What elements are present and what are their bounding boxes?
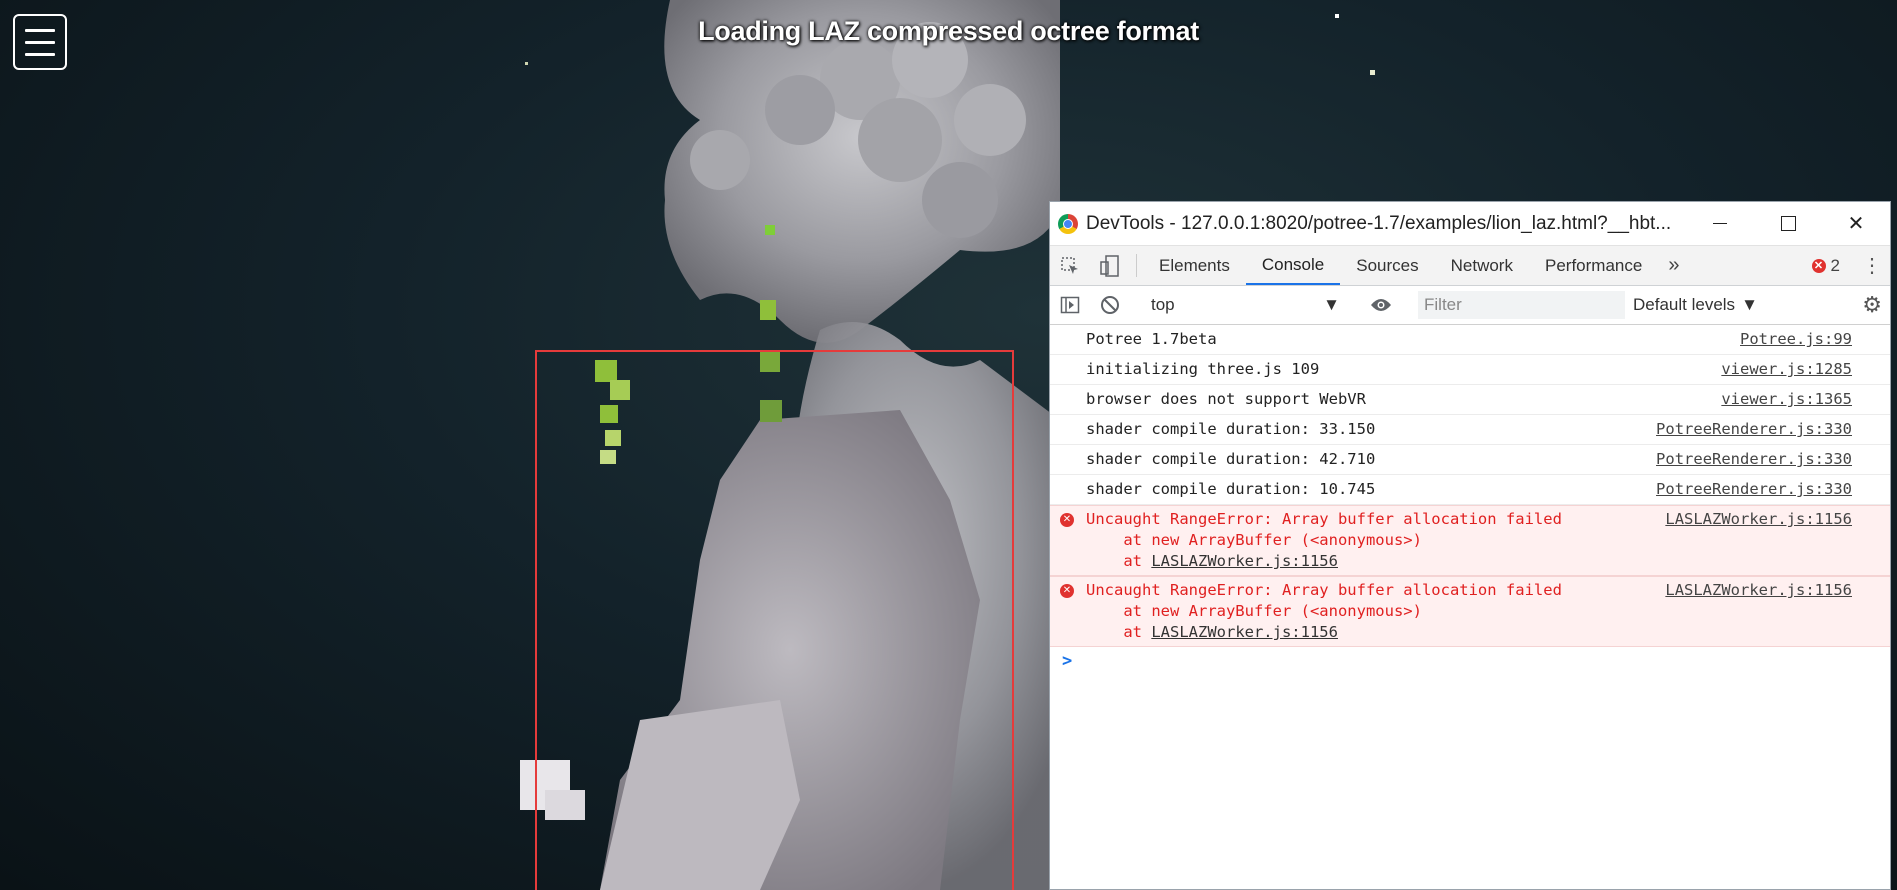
log-message: shader compile duration: 10.745 <box>1086 480 1376 498</box>
log-source-link[interactable]: PotreeRenderer.js:330 <box>1656 449 1852 470</box>
chrome-icon <box>1058 213 1078 234</box>
hamburger-icon-bar <box>25 52 55 56</box>
context-value: top <box>1151 295 1175 314</box>
console-log-row: shader compile duration: 42.710 PotreeRe… <box>1050 445 1890 475</box>
console-error-row: ✕ Uncaught RangeError: Array buffer allo… <box>1050 505 1890 576</box>
log-source-link[interactable]: PotreeRenderer.js:330 <box>1656 479 1852 500</box>
error-stack-prefix: at <box>1086 623 1152 641</box>
log-source-link[interactable]: Potree.js:99 <box>1740 329 1852 350</box>
log-levels-label: Default levels <box>1633 295 1736 314</box>
more-tabs-button[interactable]: » <box>1658 246 1689 285</box>
log-source-link[interactable]: LASLAZWorker.js:1156 <box>1665 580 1852 601</box>
minimize-icon <box>1713 223 1727 224</box>
log-source-link[interactable]: PotreeRenderer.js:330 <box>1656 419 1852 440</box>
tab-sources[interactable]: Sources <box>1340 246 1434 285</box>
error-stack-link[interactable]: LASLAZWorker.js:1156 <box>1151 623 1338 641</box>
more-options-icon[interactable]: ⋮ <box>1862 246 1882 285</box>
error-stack-link[interactable]: LASLAZWorker.js:1156 <box>1151 552 1338 570</box>
log-message: initializing three.js 109 <box>1086 360 1320 378</box>
console-settings-gear-icon[interactable]: ⚙ <box>1862 292 1882 318</box>
tab-elements[interactable]: Elements <box>1143 246 1246 285</box>
maximize-icon <box>1780 216 1796 231</box>
error-stack-line: at new ArrayBuffer (<anonymous>) <box>1086 602 1422 620</box>
log-source-link[interactable]: LASLAZWorker.js:1156 <box>1665 509 1852 530</box>
sidebar-toggle-icon[interactable] <box>1050 295 1090 315</box>
clear-console-icon[interactable] <box>1090 295 1130 315</box>
dropdown-arrow-icon: ▼ <box>1741 295 1758 314</box>
log-message: browser does not support WebVR <box>1086 390 1366 408</box>
minimize-button[interactable] <box>1686 202 1754 245</box>
log-source-link[interactable]: viewer.js:1365 <box>1721 389 1852 410</box>
console-prompt[interactable]: > <box>1050 647 1890 675</box>
error-message: Uncaught RangeError: Array buffer alloca… <box>1086 581 1562 599</box>
console-log-row: browser does not support WebVR viewer.js… <box>1050 385 1890 415</box>
error-count: 2 <box>1830 255 1840 275</box>
error-count-badge[interactable]: ✕ 2 <box>1811 246 1840 285</box>
log-message: shader compile duration: 33.150 <box>1086 420 1376 438</box>
inspect-element-icon[interactable] <box>1050 246 1090 285</box>
error-message-block: Uncaught RangeError: Array buffer alloca… <box>1086 580 1562 643</box>
log-message: Potree 1.7beta <box>1086 330 1217 348</box>
dropdown-arrow-icon: ▼ <box>1323 295 1340 314</box>
tab-performance[interactable]: Performance <box>1529 246 1658 285</box>
devtools-titlebar[interactable]: DevTools - 127.0.0.1:8020/potree-1.7/exa… <box>1050 202 1890 245</box>
viewer-title: Loading LAZ compressed octree format <box>698 16 1199 46</box>
error-message-block: Uncaught RangeError: Array buffer alloca… <box>1086 509 1562 572</box>
error-stack-line: at new ArrayBuffer (<anonymous>) <box>1086 531 1422 549</box>
close-button[interactable]: ✕ <box>1822 202 1890 245</box>
log-message: shader compile duration: 42.710 <box>1086 450 1376 468</box>
console-filter-bar: top ▼ Default levels ▼ ⚙ <box>1050 286 1890 325</box>
tab-console[interactable]: Console <box>1245 246 1341 285</box>
console-log-row: Potree 1.7beta Potree.js:99 <box>1050 325 1890 355</box>
tab-network[interactable]: Network <box>1435 246 1529 285</box>
console-error-row: ✕ Uncaught RangeError: Array buffer allo… <box>1050 576 1890 647</box>
context-selector[interactable]: top ▼ <box>1143 290 1348 320</box>
error-icon: ✕ <box>1060 513 1074 527</box>
log-levels-dropdown[interactable]: Default levels ▼ <box>1633 295 1758 315</box>
window-title: DevTools - 127.0.0.1:8020/potree-1.7/exa… <box>1086 212 1672 234</box>
console-log-row: shader compile duration: 33.150 PotreeRe… <box>1050 415 1890 445</box>
maximize-button[interactable] <box>1754 202 1822 245</box>
live-expression-eye-icon[interactable] <box>1361 297 1401 313</box>
close-icon: ✕ <box>1847 213 1865 235</box>
error-stack-prefix: at <box>1086 552 1152 570</box>
error-message: Uncaught RangeError: Array buffer alloca… <box>1086 510 1562 528</box>
log-source-link[interactable]: viewer.js:1285 <box>1721 359 1852 380</box>
selection-box <box>535 350 1014 890</box>
error-icon: ✕ <box>1811 258 1826 273</box>
console-filter-input[interactable] <box>1418 291 1625 319</box>
error-icon: ✕ <box>1060 584 1074 598</box>
console-log-row: shader compile duration: 10.745 PotreeRe… <box>1050 475 1890 505</box>
devtools-window[interactable]: DevTools - 127.0.0.1:8020/potree-1.7/exa… <box>1049 201 1891 890</box>
toolbar-divider <box>1136 254 1137 277</box>
devtools-tabs-bar: Elements Console Sources Network Perform… <box>1050 245 1890 286</box>
console-output[interactable]: Potree 1.7beta Potree.js:99 initializing… <box>1050 325 1890 675</box>
console-log-row: initializing three.js 109 viewer.js:1285 <box>1050 355 1890 385</box>
device-toolbar-icon[interactable] <box>1090 246 1130 285</box>
